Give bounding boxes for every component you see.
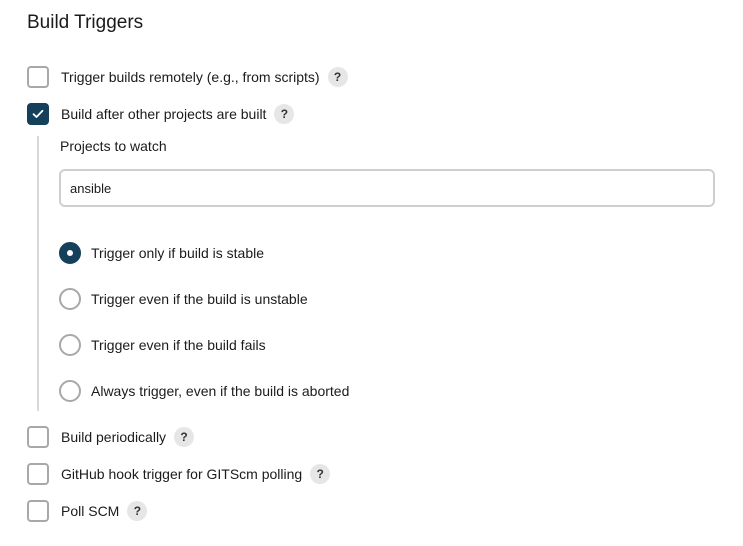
radio-label[interactable]: Trigger even if the build fails [91,337,266,353]
nested-section-bar [37,136,39,411]
trigger-remotely-label[interactable]: Trigger builds remotely (e.g., from scri… [61,69,320,85]
projects-to-watch-input[interactable] [59,169,715,207]
radio-label[interactable]: Trigger even if the build is unstable [91,291,308,307]
build-after-row[interactable]: Build after other projects are built ? [27,102,295,126]
help-icon[interactable]: ? [174,427,195,447]
poll-scm-row[interactable]: Poll SCM ? [27,499,148,523]
build-periodically-checkbox[interactable] [27,426,49,448]
build-after-label[interactable]: Build after other projects are built [61,106,266,122]
radio-dot [67,250,73,256]
radio-label[interactable]: Always trigger, even if the build is abo… [91,383,349,399]
trigger-remotely-row[interactable]: Trigger builds remotely (e.g., from scri… [27,65,348,89]
help-icon[interactable]: ? [274,104,295,124]
radio-button[interactable] [59,242,81,264]
help-icon[interactable]: ? [127,501,148,521]
poll-scm-label[interactable]: Poll SCM [61,503,119,519]
radio-button[interactable] [59,380,81,402]
projects-to-watch-label: Projects to watch [60,138,167,154]
github-hook-row[interactable]: GitHub hook trigger for GITScm polling ? [27,462,331,486]
radio-option-aborted[interactable]: Always trigger, even if the build is abo… [59,379,349,403]
radio-option-fails[interactable]: Trigger even if the build fails [59,333,266,357]
section-title: Build Triggers [27,12,144,33]
radio-label[interactable]: Trigger only if build is stable [91,245,264,261]
radio-option-unstable[interactable]: Trigger even if the build is unstable [59,287,308,311]
github-hook-checkbox[interactable] [27,463,49,485]
radio-option-stable[interactable]: Trigger only if build is stable [59,241,264,265]
trigger-remotely-checkbox[interactable] [27,66,49,88]
checkmark-icon [32,109,44,118]
build-triggers-panel: Build Triggers Trigger builds remotely (… [0,0,743,546]
build-periodically-row[interactable]: Build periodically ? [27,425,195,449]
github-hook-label[interactable]: GitHub hook trigger for GITScm polling [61,466,302,482]
poll-scm-checkbox[interactable] [27,500,49,522]
build-after-checkbox[interactable] [27,103,49,125]
radio-button[interactable] [59,288,81,310]
radio-button[interactable] [59,334,81,356]
help-icon[interactable]: ? [327,67,348,87]
help-icon[interactable]: ? [310,464,331,484]
build-periodically-label[interactable]: Build periodically [61,429,166,445]
